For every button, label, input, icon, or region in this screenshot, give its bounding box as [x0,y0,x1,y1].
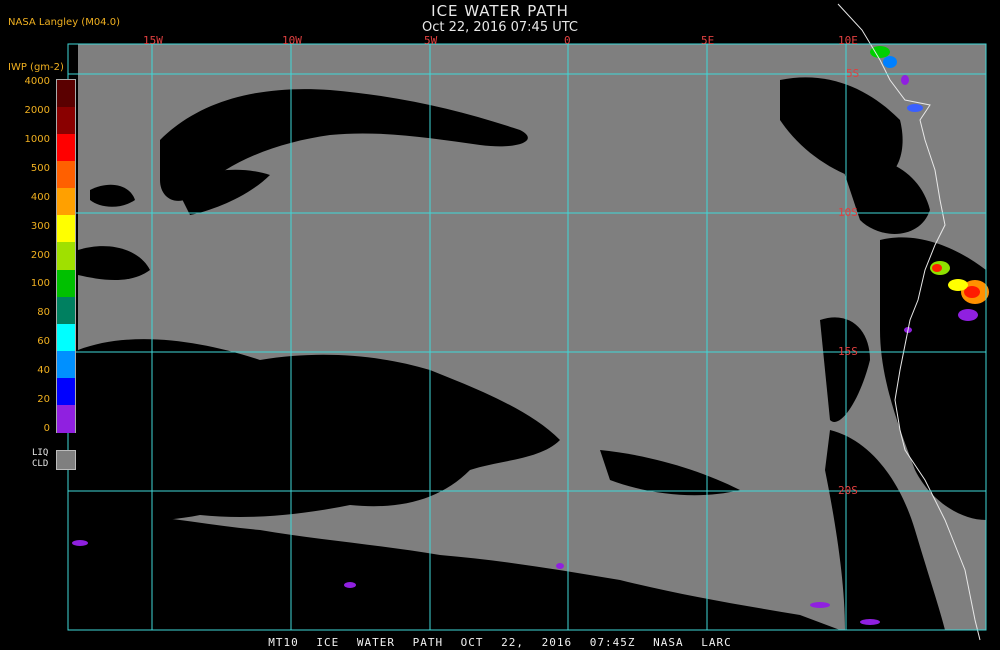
lon-label-5e: 5E [701,34,715,47]
legend-color-cell [57,242,75,271]
lon-label-5w: 5W [424,34,438,47]
legend-title: IWP (gm-2) [8,62,64,73]
legend-tick-label: 200 [30,249,50,261]
legend-color-cell [57,188,75,217]
legend-tick-label: 40 [37,365,50,377]
legend-tick-label: 400 [30,191,50,203]
legend-tick-label: 60 [37,336,50,348]
legend-color-cell [57,161,75,190]
legend-color-cell [57,350,75,379]
liq-label-line2: CLD [32,459,49,469]
color-scale-bar [56,79,76,433]
legend-color-cell [57,80,75,108]
lat-label-15s: 15S [838,345,858,358]
legend-tick-label: 80 [37,307,50,319]
legend-color-cell [57,269,75,298]
liquid-cloud-swatch [56,450,76,470]
legend-tick-label: 100 [30,278,50,290]
legend-tick-label: 300 [30,220,50,232]
map-title: ICE WATER PATH [431,2,569,20]
legend-color-cell [57,323,75,352]
legend-color-cell [57,404,75,433]
map-datetime: Oct 22, 2016 07:45 UTC [422,20,578,35]
legend-color-cell [57,296,75,325]
legend-tick-label: 2000 [24,104,50,116]
lon-label-10w: 10W [282,34,302,47]
lat-label-20s: 20S [838,484,858,497]
legend-tick-label: 20 [37,394,50,406]
lat-label-5s: 5S [846,67,860,80]
legend-color-cell [57,134,75,163]
lon-label-0: 0 [564,34,571,47]
legend-tick-label: 0 [43,423,50,434]
liq-label-line1: LIQ [32,448,49,458]
ice-water-path-map [67,3,989,641]
lat-label-10s: 10S [838,206,858,219]
legend-tick-label: 4000 [24,76,50,87]
data-source-label: NASA Langley (M04.0) [8,17,120,28]
legend-tick-label: 500 [30,162,50,174]
legend-color-cell [57,107,75,136]
legend-tick-label: 1000 [24,133,50,145]
footer-caption: MT10 ICE WATER PATH OCT 22, 2016 07:45Z … [268,636,732,649]
legend-color-cell [57,215,75,244]
legend-color-cell [57,377,75,406]
lon-label-15w: 15W [143,34,163,47]
lon-label-10e: 10E [838,34,858,47]
